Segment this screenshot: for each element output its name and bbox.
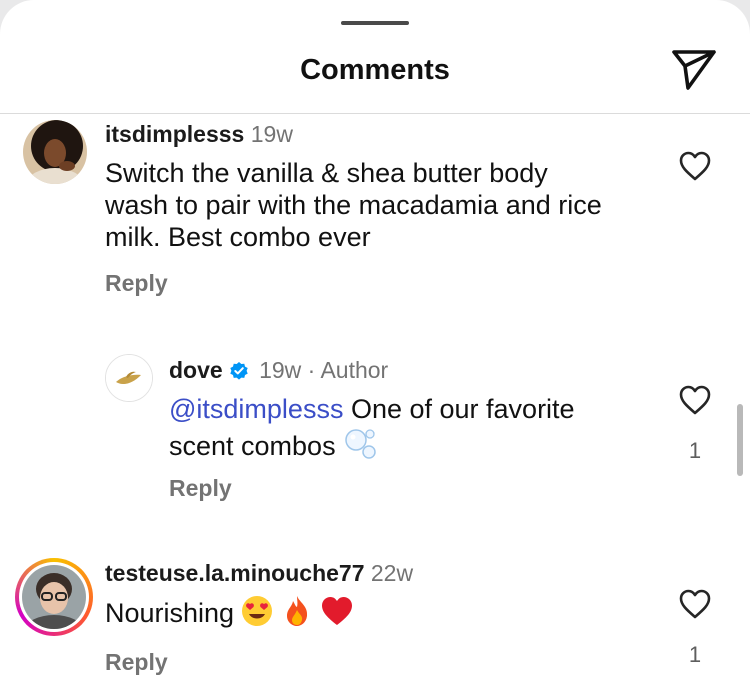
username[interactable]: itsdimplesss bbox=[105, 121, 244, 147]
drag-handle[interactable] bbox=[341, 21, 409, 25]
username[interactable]: dove bbox=[169, 357, 223, 383]
like-count: 1 bbox=[688, 438, 702, 463]
comment-text-line1: One of our favorite bbox=[343, 394, 575, 424]
verified-badge-icon bbox=[229, 362, 248, 380]
send-icon bbox=[672, 50, 716, 90]
comment-text: Nourishing bbox=[105, 594, 605, 629]
comment-text: @itsdimplesss One of our favorite scent … bbox=[169, 393, 639, 462]
red-heart-emoji bbox=[322, 597, 353, 625]
sheet-header: Comments bbox=[0, 0, 750, 114]
page-title: Comments bbox=[300, 54, 450, 86]
username[interactable]: testeuse.la.minouche77 bbox=[105, 560, 365, 586]
story-ring-avatar[interactable] bbox=[15, 558, 93, 636]
comment-meta: itsdimplesss 19w bbox=[105, 121, 293, 148]
like-button[interactable] bbox=[678, 150, 712, 182]
like-count: 1 bbox=[688, 642, 702, 667]
heart-icon bbox=[679, 385, 711, 415]
heart-eyes-emoji bbox=[242, 596, 273, 626]
comments-sheet: Comments itsdimplesss 19w Switch the van… bbox=[0, 0, 750, 698]
reply-button[interactable]: Reply bbox=[169, 475, 232, 502]
fire-emoji bbox=[287, 596, 308, 626]
heart-icon bbox=[679, 151, 711, 181]
avatar[interactable] bbox=[23, 120, 87, 184]
comment-text: Switch the vanilla & shea butter body wa… bbox=[105, 158, 602, 252]
mention-link[interactable]: @itsdimplesss bbox=[169, 394, 343, 424]
comment-meta: testeuse.la.minouche77 22w bbox=[105, 560, 413, 587]
send-button[interactable] bbox=[671, 47, 717, 91]
timestamp: 19w bbox=[250, 121, 293, 147]
reply-button[interactable]: Reply bbox=[105, 270, 168, 297]
avatar[interactable] bbox=[105, 354, 153, 402]
bubbles-emoji bbox=[344, 429, 376, 459]
like-button[interactable] bbox=[678, 588, 712, 620]
heart-icon bbox=[679, 589, 711, 619]
timestamp: 19w · Author bbox=[259, 357, 389, 383]
timestamp: 22w bbox=[370, 560, 414, 586]
comment-meta: dove 19w · Author bbox=[169, 357, 388, 384]
comment-text-line2: scent combos bbox=[169, 431, 336, 461]
scrollbar[interactable] bbox=[737, 404, 743, 476]
like-button[interactable] bbox=[678, 384, 712, 416]
reply-button[interactable]: Reply bbox=[105, 649, 168, 676]
comment-text-main: Nourishing bbox=[105, 598, 235, 628]
